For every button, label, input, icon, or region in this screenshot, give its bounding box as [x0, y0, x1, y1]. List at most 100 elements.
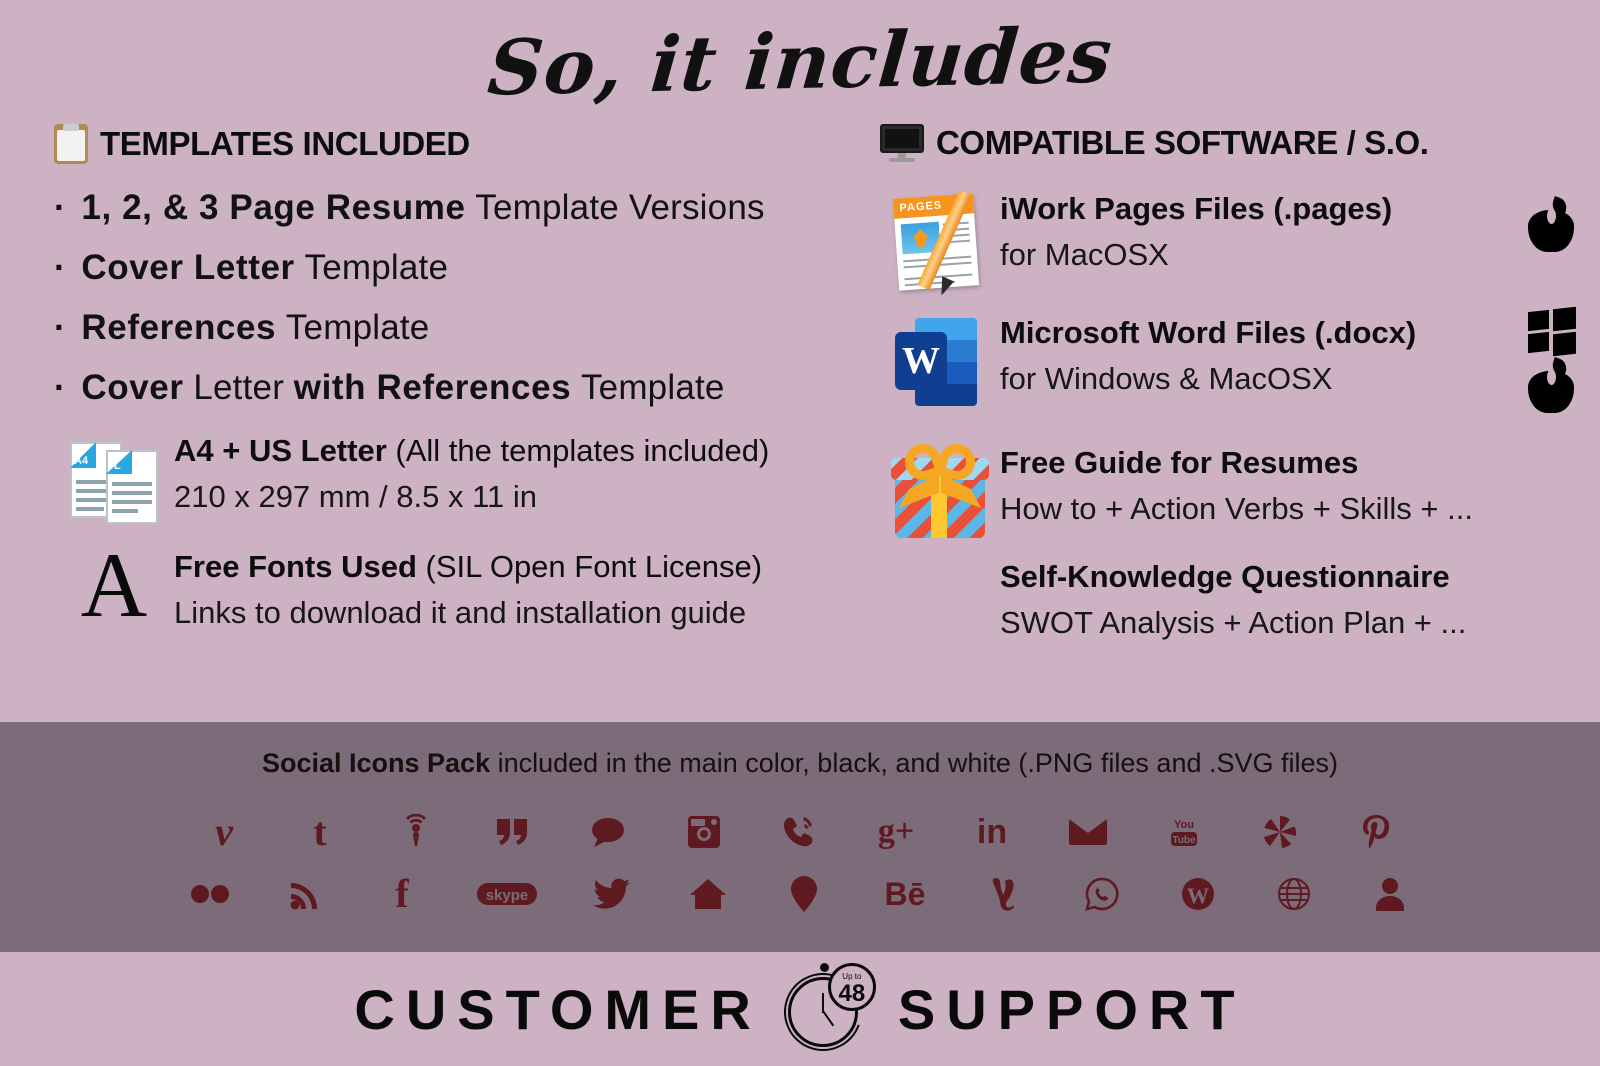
- vimeo-icon[interactable]: v: [202, 810, 246, 854]
- whatsapp-icon[interactable]: [1080, 872, 1124, 916]
- iwork-pages-app-icon: PAGES: [890, 189, 990, 290]
- facebook-icon[interactable]: f: [380, 872, 424, 916]
- rss-icon[interactable]: [284, 872, 328, 916]
- stopwatch-48h-icon: Up to 48: [771, 960, 876, 1064]
- podcast-icon[interactable]: [394, 810, 438, 854]
- vine-icon[interactable]: [984, 872, 1028, 916]
- svg-text:Tube: Tube: [1172, 835, 1196, 846]
- feature-title: Free Guide for Resumes: [1000, 444, 1473, 483]
- svg-text:You: You: [1174, 819, 1194, 831]
- feature-text: A4 + US Letter (All the templates includ…: [174, 430, 769, 517]
- list-item-regular: Template: [285, 308, 430, 347]
- social-icon-rows: v t g+ in You Tube f skype Bē W: [0, 801, 1600, 925]
- chat-bubble-icon[interactable]: [586, 810, 630, 854]
- home-icon[interactable]: [686, 872, 730, 916]
- monitor-icon: [880, 124, 924, 162]
- skype-icon[interactable]: skype: [476, 872, 538, 916]
- feature-free-guide: Free Guide for Resumes How to + Action V…: [880, 439, 1560, 538]
- feature-microsoft-word: W Microsoft Word Files (.docx) for Windo…: [880, 306, 1576, 413]
- feature-self-knowledge: Self-Knowledge Questionnaire SWOT Analys…: [880, 556, 1560, 643]
- globe-www-icon[interactable]: [1272, 872, 1316, 916]
- behance-icon[interactable]: Bē: [878, 872, 932, 916]
- feature-icon-slot: [880, 439, 1000, 538]
- feature-title-bold: Microsoft Word Files (.docx): [1000, 315, 1417, 350]
- feature-text: iWork Pages Files (.pages) for MacOSX: [1000, 188, 1392, 275]
- person-icon[interactable]: [1368, 872, 1412, 916]
- bullet-dot: ·: [54, 248, 66, 287]
- feature-title-regular: (SIL Open Font License): [425, 549, 763, 584]
- list-item: · References Template: [54, 310, 870, 345]
- os-logos-group: [1528, 306, 1576, 418]
- bullet-dot: ·: [54, 188, 66, 227]
- list-item: · 1, 2, & 3 Page Resume Template Version…: [54, 190, 870, 225]
- list-item-bold: Cover Letter: [81, 248, 295, 287]
- feature-subtitle: for Windows & MacOSX: [1000, 360, 1333, 396]
- feature-title: iWork Pages Files (.pages): [1000, 190, 1392, 229]
- feature-text: Self-Knowledge Questionnaire SWOT Analys…: [1000, 556, 1466, 643]
- list-item-bold: References: [81, 308, 277, 347]
- software-section-header: COMPATIBLE SOFTWARE / S.O.: [880, 124, 1560, 162]
- page-title: So, it includes: [484, 10, 1116, 113]
- email-icon[interactable]: [1066, 810, 1110, 854]
- apple-logo-icon: [1528, 196, 1574, 252]
- feature-title: Self-Knowledge Questionnaire: [1000, 558, 1466, 597]
- customer-support-footer: CUSTOMER Up to 48 SUPPORT: [0, 952, 1600, 1066]
- social-caption-regular: included in the main color, black, and w…: [497, 748, 1339, 778]
- serif-letter-a-icon: A: [80, 534, 148, 636]
- gift-box-icon: [891, 439, 989, 538]
- location-pin-icon[interactable]: [782, 872, 826, 916]
- feature-text: Free Guide for Resumes How to + Action V…: [1000, 442, 1473, 529]
- list-item-bold: 1, 2, & 3 Page Resume: [81, 188, 466, 227]
- os-logos-group: [1528, 196, 1574, 257]
- wordpress-icon[interactable]: W: [1176, 872, 1220, 916]
- clipboard-icon: [54, 124, 88, 164]
- feature-title: Microsoft Word Files (.docx): [1000, 314, 1416, 353]
- apple-logo-icon: [1528, 357, 1574, 413]
- feature-text: Microsoft Word Files (.docx) for Windows…: [1000, 312, 1416, 399]
- stopwatch-badge: Up to 48: [827, 963, 876, 1011]
- footer-word-support: SUPPORT: [897, 977, 1246, 1041]
- feature-icon-slot: A4 L: [54, 430, 174, 524]
- tumblr-icon[interactable]: t: [298, 810, 342, 854]
- linkedin-icon[interactable]: in: [970, 810, 1014, 854]
- quote-icon[interactable]: [490, 810, 534, 854]
- instagram-icon[interactable]: [682, 810, 726, 854]
- twitter-icon[interactable]: [590, 872, 634, 916]
- social-icons-banner: Social Icons Pack included in the main c…: [0, 722, 1600, 952]
- doc-label-letter: L: [114, 460, 121, 472]
- bullet-dot: ·: [54, 308, 66, 347]
- feature-title: Free Fonts Used (SIL Open Font License): [174, 548, 762, 587]
- social-caption: Social Icons Pack included in the main c…: [0, 722, 1600, 779]
- feature-icon-slot: PAGES: [880, 188, 1000, 290]
- a4-us-letter-docs-icon: A4 L: [68, 432, 160, 524]
- templates-column: TEMPLATES INCLUDED · 1, 2, & 3 Page Resu…: [40, 124, 870, 643]
- social-icon-row-1: v t g+ in You Tube: [0, 801, 1600, 863]
- feature-free-fonts: A Free Fonts Used (SIL Open Font License…: [54, 534, 870, 636]
- google-photos-icon[interactable]: [1258, 810, 1302, 854]
- youtube-icon[interactable]: You Tube: [1162, 810, 1206, 854]
- list-item: · Cover Letter Template: [54, 250, 870, 285]
- feature-icon-slot: A: [54, 534, 174, 636]
- doc-label-a4: A4: [74, 455, 89, 467]
- list-item-bold: Cover: [81, 368, 184, 407]
- flickr-icon[interactable]: [188, 872, 232, 916]
- software-heading-label: COMPATIBLE SOFTWARE / S.O.: [936, 124, 1429, 161]
- footer-word-customer: CUSTOMER: [354, 977, 762, 1041]
- google-plus-icon[interactable]: g+: [874, 810, 918, 854]
- feature-subtitle: SWOT Analysis + Action Plan + ...: [1000, 604, 1467, 640]
- stopwatch-hours-label: 48: [838, 980, 866, 1007]
- feature-icon-slot-empty: [880, 556, 1000, 558]
- templates-heading-label: TEMPLATES INCLUDED: [100, 125, 470, 162]
- bullet-dot: ·: [54, 368, 66, 407]
- list-item-regular: Template: [304, 248, 449, 287]
- pages-icon-label: PAGES: [899, 199, 943, 215]
- social-icon-row-2: f skype Bē W: [0, 863, 1600, 925]
- list-item-regular-2: Template: [580, 368, 725, 407]
- feature-title-bold: Self-Knowledge Questionnaire: [1000, 559, 1450, 594]
- feature-subtitle: How to + Action Verbs + Skills + ...: [1000, 490, 1473, 526]
- phone-icon[interactable]: [778, 810, 822, 854]
- word-icon-glyph: W: [902, 340, 940, 382]
- pinterest-icon[interactable]: [1354, 810, 1398, 854]
- feature-subtitle: for MacOSX: [1000, 236, 1169, 272]
- feature-title-bold: Free Guide for Resumes: [1000, 445, 1359, 480]
